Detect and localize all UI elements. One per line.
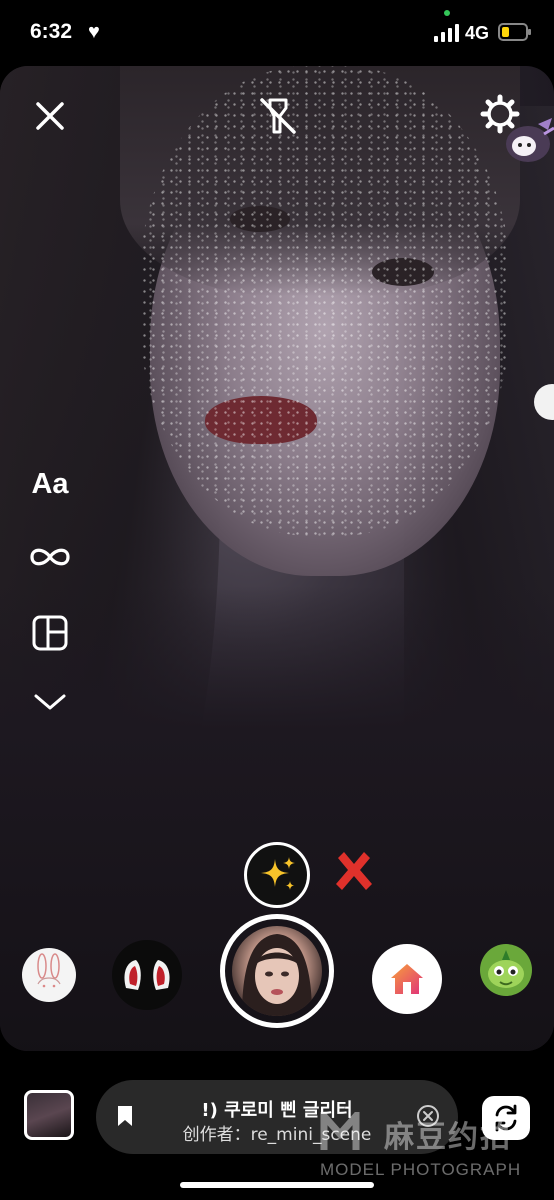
dino-icon xyxy=(488,950,524,988)
capture-button[interactable] xyxy=(220,914,334,1028)
text-tool-label: Aa xyxy=(31,467,69,500)
bunny-effect-button[interactable] xyxy=(22,948,76,1002)
effect-name: !) 쿠로미 삔 글리터 xyxy=(201,1100,353,1121)
text-tool-button[interactable]: Aa xyxy=(26,466,74,502)
layout-icon xyxy=(32,615,68,651)
red-x-icon xyxy=(336,852,372,890)
layout-tool-button[interactable] xyxy=(26,613,74,653)
dino-effect-button[interactable] xyxy=(480,944,532,996)
flip-camera-button[interactable] xyxy=(482,1096,530,1140)
flash-off-icon xyxy=(260,98,296,134)
watermark-subtext: MODEL PHOTOGRAPH xyxy=(320,1160,522,1179)
battery-icon xyxy=(498,23,531,41)
glitter-effect-overlay xyxy=(140,66,510,536)
home-effect-button[interactable] xyxy=(372,944,442,1014)
heart-icon: ♥ xyxy=(88,21,100,43)
close-circle-icon[interactable] xyxy=(416,1104,440,1128)
effect-info-pill[interactable]: !) 쿠로미 삔 글리터 创作者：re_mini_scene xyxy=(96,1080,458,1154)
devil-ears-effect-button[interactable] xyxy=(112,940,182,1010)
chevron-down-icon xyxy=(34,694,66,710)
infinity-icon xyxy=(30,548,70,566)
bunny-icon xyxy=(37,953,61,988)
sparkle-effect-button[interactable] xyxy=(244,842,310,908)
flash-toggle-button[interactable] xyxy=(256,94,300,138)
gallery-button[interactable] xyxy=(24,1090,74,1140)
ears-icon xyxy=(124,960,170,990)
close-button[interactable] xyxy=(30,96,70,136)
sparkles-icon xyxy=(261,857,295,890)
status-bar: 6:32 ♥ 4G xyxy=(0,0,554,66)
status-time: 6:32 xyxy=(30,20,73,43)
network-type: 4G xyxy=(465,23,490,43)
kuromi-badge-icon xyxy=(506,118,554,162)
close-icon xyxy=(36,102,64,130)
signal-icon xyxy=(434,24,459,42)
flip-camera-icon xyxy=(495,1104,517,1132)
camera-in-use-indicator xyxy=(444,10,450,16)
boomerang-tool-button[interactable] xyxy=(26,540,74,574)
home-indicator[interactable] xyxy=(180,1182,374,1188)
remove-effect-button[interactable] xyxy=(330,848,378,896)
effect-creator: 创作者：re_mini_scene xyxy=(182,1125,372,1145)
more-tools-button[interactable] xyxy=(26,686,74,718)
home-icon xyxy=(391,964,423,994)
current-effect-preview xyxy=(232,926,322,1016)
effect-face-thumbnail xyxy=(242,934,312,1016)
